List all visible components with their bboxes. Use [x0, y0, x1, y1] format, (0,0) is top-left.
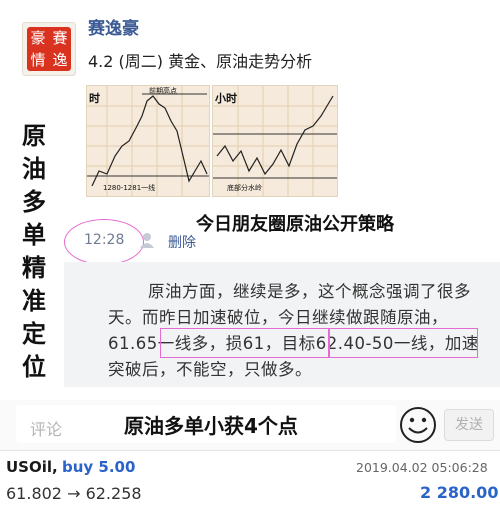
overlay-char: 单 [22, 221, 46, 249]
trade-prices: 61.802 → 62.258 [6, 484, 142, 503]
trade-profit: 2 280.00 [420, 483, 499, 502]
overlay-char: 精 [22, 254, 46, 282]
chart-label: 小时 [214, 91, 237, 105]
chart-label: 前期高点 [149, 86, 177, 95]
trade-side: buy 5.00 [62, 458, 136, 476]
avatar[interactable]: 豪 賽 情 逸 [22, 22, 76, 76]
overlay-char: 油 [22, 155, 46, 183]
overlay-caption: 原油多单小获4个点 [124, 414, 298, 438]
seal-char: 賽 [52, 29, 68, 47]
gold-chart-image[interactable]: 时 前期高点 1280-1281一线 [86, 85, 210, 197]
user-icon [140, 232, 158, 252]
chart-label: 底部分水岭 [227, 183, 262, 192]
avatar-seal: 豪 賽 情 逸 [27, 27, 71, 71]
target-highlight-box [329, 328, 478, 358]
entry-highlight-box [160, 328, 329, 358]
oil-chart: 小时 底部分水岭 [213, 86, 337, 196]
seal-char: 豪 [30, 29, 46, 47]
overlay-vertical-text: 原 油 多 单 精 准 定 位 [14, 120, 54, 384]
overlay-strategy-title: 今日朋友圈原油公开策略 [196, 214, 394, 235]
post-time: 12:28 [84, 232, 125, 248]
gold-chart: 时 前期高点 1280-1281一线 [87, 86, 209, 196]
author-name[interactable]: 赛逸豪 [88, 14, 139, 39]
oil-chart-image[interactable]: 小时 底部分水岭 [212, 85, 338, 197]
comment-placeholder: 评论 [30, 420, 63, 439]
overlay-char: 多 [22, 188, 46, 216]
seal-char: 逸 [52, 51, 68, 69]
delete-link[interactable]: 删除 [168, 232, 196, 252]
trade-datetime: 2019.04.02 05:06:28 [356, 460, 488, 475]
trade-symbol: USOil, [6, 458, 58, 476]
chart-label: 时 [89, 91, 100, 105]
overlay-char: 准 [22, 287, 46, 315]
divider [0, 450, 500, 451]
overlay-char: 定 [22, 320, 46, 348]
overlay-char: 位 [22, 353, 46, 381]
send-button[interactable]: 发送 [444, 409, 494, 441]
smile-icon[interactable] [398, 405, 438, 445]
seal-char: 情 [30, 51, 46, 69]
post-title: 4.2 (周二) 黄金、原油走势分析 [88, 52, 313, 71]
chart-label: 1280-1281一线 [103, 183, 155, 192]
overlay-char: 原 [22, 122, 46, 150]
